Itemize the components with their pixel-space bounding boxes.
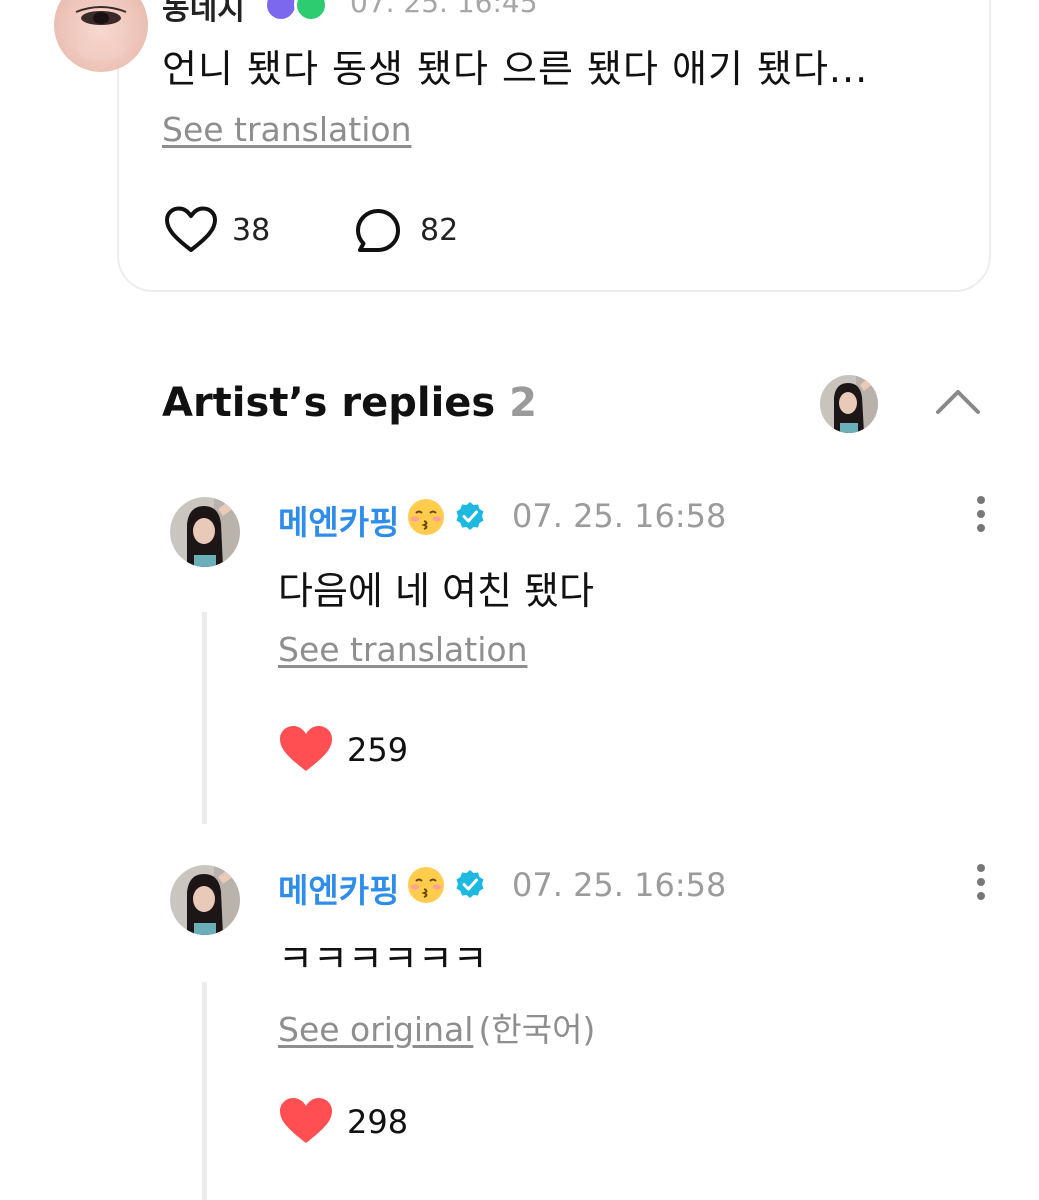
reply-thread-line <box>202 982 207 1200</box>
reply-text: 다음에 네 여친 됐다 <box>278 569 594 613</box>
artist-reply-name[interactable]: 메엔카핑 <box>278 864 399 912</box>
artist-reply-name[interactable]: 메엔카핑 <box>278 496 399 544</box>
reply-more-icon[interactable] <box>976 864 986 906</box>
post-comment-count: 82 <box>420 213 459 248</box>
heart-outline-icon[interactable] <box>164 206 218 254</box>
kissing-emoji-icon <box>408 499 444 535</box>
artist-replies-heading: Artist’s replies 2 <box>162 380 537 426</box>
reply-see-translation-link[interactable]: See translation <box>278 630 527 669</box>
reply-timestamp: 07. 25. 16:58 <box>512 497 727 535</box>
reply-more-icon[interactable] <box>976 496 986 538</box>
verified-badge-icon <box>456 502 484 530</box>
reply-like-count: 298 <box>347 1103 409 1141</box>
original-language-note: (한국어) <box>478 1010 596 1049</box>
artist-reply-avatar[interactable] <box>170 865 240 935</box>
reply-thread-line <box>202 612 207 824</box>
post-more-icon[interactable] <box>930 0 940 4</box>
post-like-count: 38 <box>232 213 271 248</box>
heart-filled-icon[interactable] <box>279 725 333 773</box>
post-text: 언니 됐다 동생 됐다 으른 됐다 애기 됐다... <box>162 47 869 91</box>
artist-replies-title: Artist’s replies <box>162 380 496 426</box>
post-author-name[interactable]: 농네지 <box>162 0 245 28</box>
chevron-up-icon[interactable] <box>934 386 982 416</box>
reply-see-original-link[interactable]: See original (한국어) <box>278 1003 595 1051</box>
see-original-text[interactable]: See original <box>278 1010 473 1049</box>
heart-filled-icon[interactable] <box>279 1097 333 1145</box>
comment-bubble-icon[interactable] <box>354 207 402 255</box>
artist-replies-count: 2 <box>509 380 538 426</box>
post-timestamp: 07. 25. 16:45 <box>350 0 538 19</box>
see-translation-text[interactable]: See translation <box>278 630 527 669</box>
post-see-translation-link[interactable]: See translation <box>162 110 411 149</box>
artist-avatar-small[interactable] <box>820 375 878 433</box>
reply-like-count: 259 <box>347 731 409 769</box>
artist-reply-avatar[interactable] <box>170 497 240 567</box>
kissing-emoji-icon <box>408 867 444 903</box>
reply-text: ㅋㅋㅋㅋㅋㅋ <box>278 937 488 981</box>
verified-badge-icon <box>456 870 484 898</box>
see-translation-text[interactable]: See translation <box>162 110 411 149</box>
reply-timestamp: 07. 25. 16:58 <box>512 866 727 904</box>
